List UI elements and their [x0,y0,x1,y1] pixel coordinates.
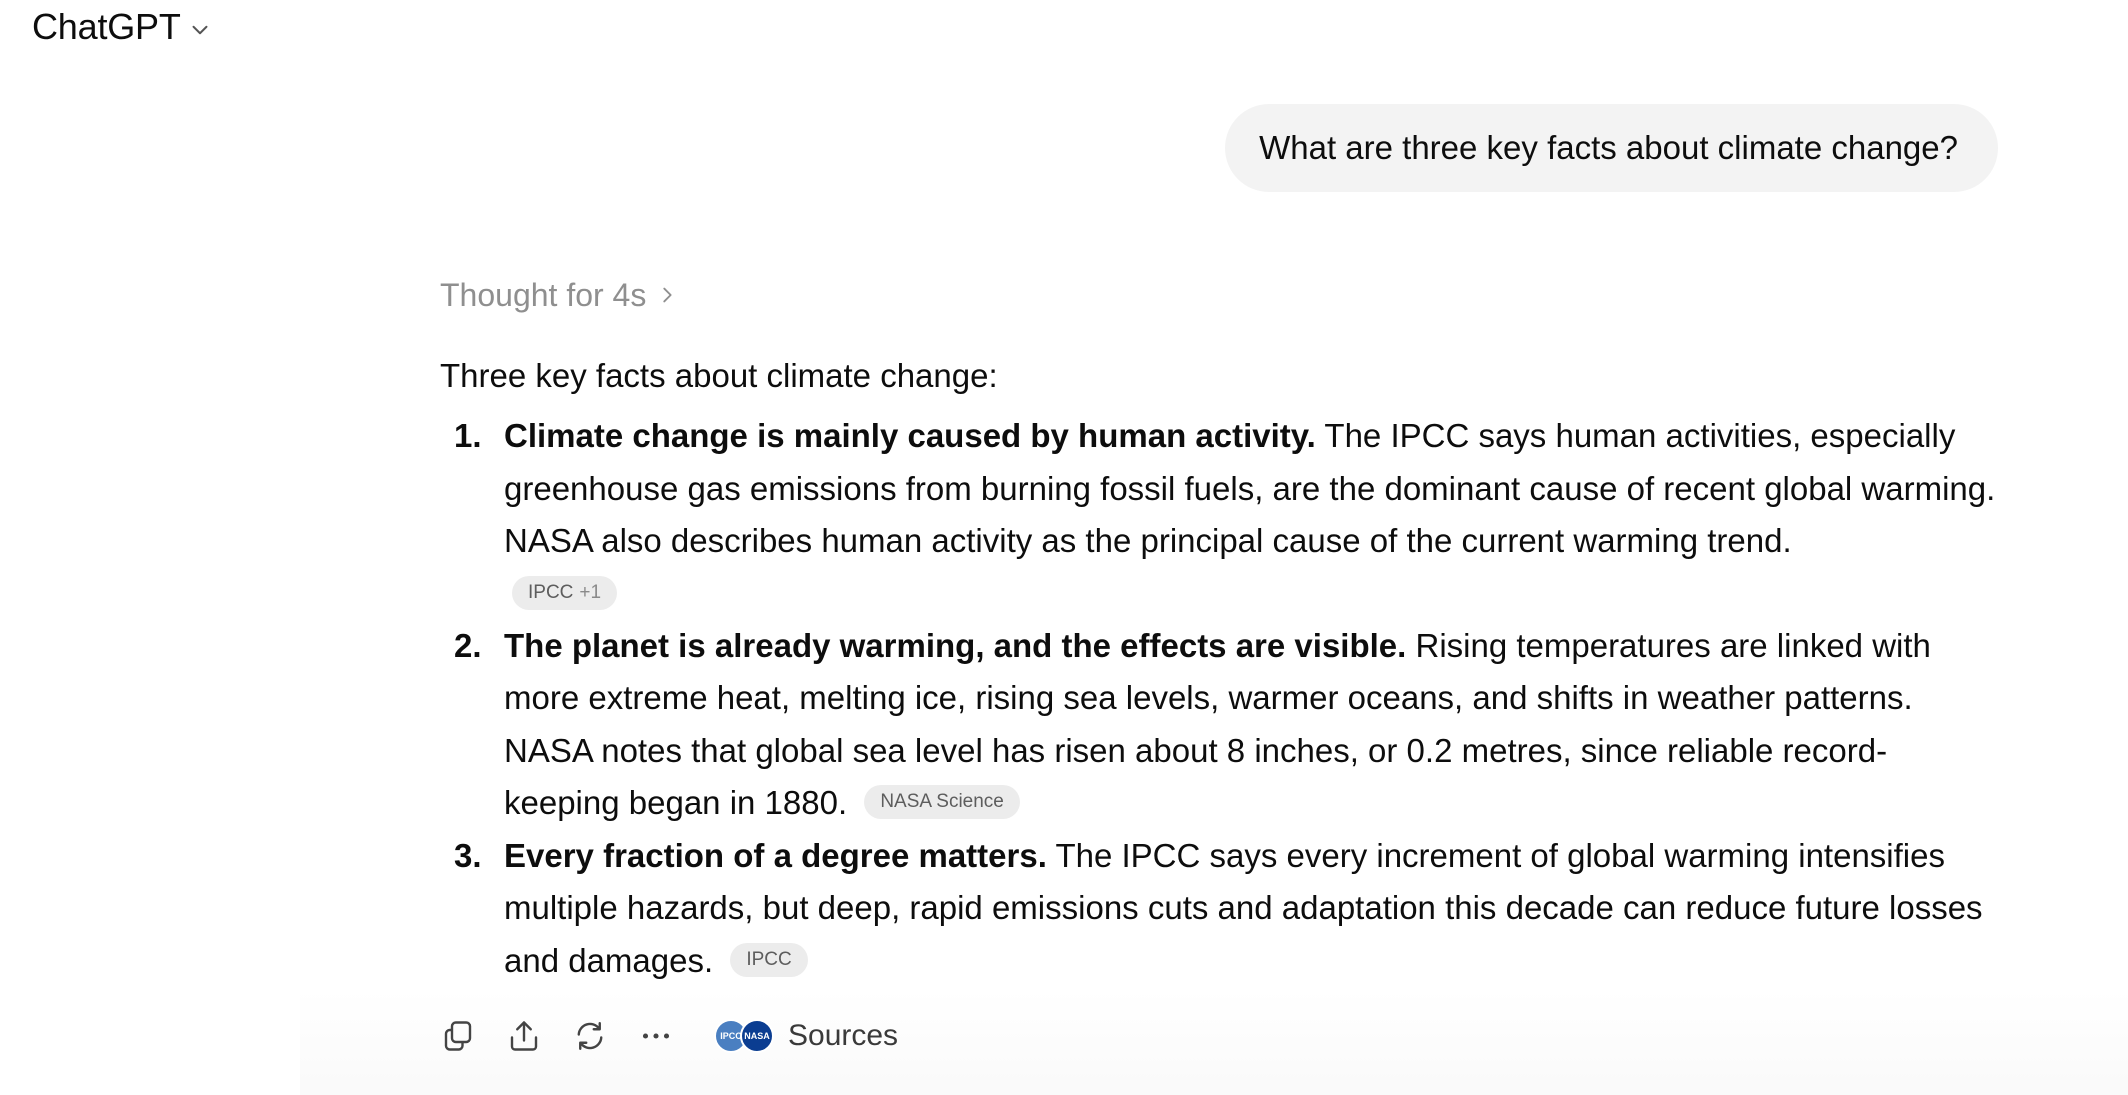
citation-pill[interactable]: IPCC [730,942,808,977]
user-message-bubble: What are three key facts about climate c… [1225,104,1998,192]
copy-button[interactable] [440,1018,476,1054]
list-number: 1. [454,417,482,454]
nasa-favicon: NASA [740,1019,774,1053]
citation-label: NASA Science [880,791,1004,813]
fact-heading: Every fraction of a degree matters. [504,836,1047,874]
chevron-right-icon [663,287,672,303]
citation-label: IPCC [528,581,574,603]
thought-toggle[interactable]: Thought for 4s [440,270,678,320]
fact-heading: Climate change is mainly caused by human… [504,417,1316,454]
share-button[interactable] [506,1018,542,1054]
fact-heading: The planet is already warming, and the e… [504,626,1407,664]
thought-label: Thought for 4s [440,276,647,313]
chevron-down-icon [192,25,208,35]
citation-pill[interactable]: IPCC +1 [512,575,618,610]
citation-label: IPCC [746,948,792,970]
citation-pill[interactable]: NASA Science [864,785,1020,820]
message-actions: IPCC NASA Sources [440,1018,898,1054]
chat-page: ChatGPT What are three key facts about c… [0,0,2128,1095]
sources-button[interactable]: IPCC NASA Sources [714,1019,898,1053]
app-title: ChatGPT [32,6,181,47]
answer-intro: Three key facts about climate change: [440,357,998,394]
list-item: 3. Every fraction of a degree matters. T… [440,830,2000,988]
list-item: 1. Climate change is mainly caused by hu… [440,410,2000,620]
list-number: 2. [454,626,482,664]
more-icon [642,1033,670,1039]
sources-label: Sources [788,1019,899,1052]
list-number: 3. [454,836,482,874]
facts-list: 1. Climate change is mainly caused by hu… [440,410,2000,987]
share-icon [510,1021,538,1051]
model-selector[interactable]: ChatGPT [32,6,213,48]
regenerate-icon [577,1022,603,1050]
more-options-button[interactable] [638,1018,674,1054]
copy-icon [444,1021,472,1051]
regenerate-button[interactable] [572,1018,608,1054]
assistant-message: Thought for 4s Three key facts about cli… [440,270,2000,987]
user-message-text: What are three key facts about climate c… [1259,129,1958,166]
list-item: 2. The planet is already warming, and th… [440,620,2000,830]
citation-extra: +1 [579,581,602,603]
source-favicons: IPCC NASA [714,1019,774,1053]
